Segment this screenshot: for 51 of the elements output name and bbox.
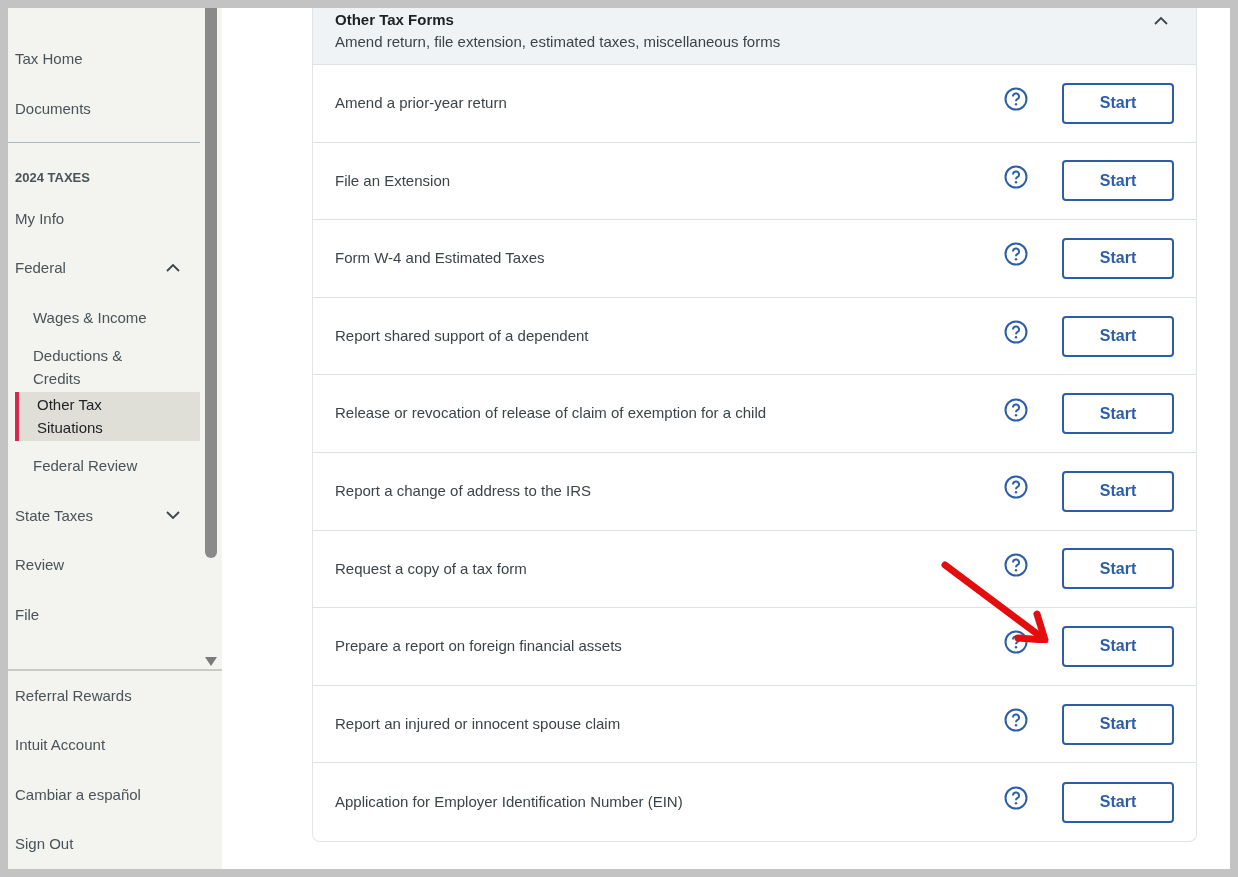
form-label: Form W-4 and Estimated Taxes: [335, 248, 546, 269]
nav-item[interactable]: Federal: [8, 243, 200, 293]
nav-item[interactable]: Federal Review: [15, 441, 200, 491]
start-button[interactable]: Start: [1062, 703, 1174, 745]
section-title: Other Tax Forms: [335, 10, 455, 30]
form-label: Request a copy of a tax form: [335, 558, 528, 579]
scroll-down-icon[interactable]: [205, 657, 217, 666]
section-header[interactable]: Other Tax Forms Amend return, file extension, estimated taxes, miscellaneous forms: [313, 8, 1196, 65]
nav-item[interactable]: Referral Rewards: [8, 671, 222, 721]
help-icon[interactable]: [1004, 552, 1028, 577]
form-label: File an Extension: [335, 170, 452, 191]
nav-item[interactable]: My Info: [8, 193, 200, 243]
form-label: Report shared support of a dependent: [335, 325, 590, 346]
form-label: Report a change of address to the IRS: [335, 481, 592, 501]
nav-item[interactable]: Sign Out: [8, 819, 222, 869]
form-label: Prepare a report on foreign financial assets: [335, 636, 623, 657]
nav-item[interactable]: State Taxes: [8, 490, 200, 540]
form-label: Amend a prior-year return: [335, 93, 508, 114]
help-icon[interactable]: [1004, 164, 1028, 189]
help-icon[interactable]: [1004, 242, 1028, 267]
help-icon[interactable]: [1004, 786, 1028, 811]
start-button[interactable]: Start: [1062, 160, 1174, 202]
start-button[interactable]: Start: [1062, 393, 1174, 435]
start-button[interactable]: Start: [1062, 82, 1174, 124]
nav-item[interactable]: Cambiar a español: [8, 770, 222, 820]
help-icon[interactable]: [1004, 87, 1028, 112]
help-icon[interactable]: [1004, 630, 1028, 655]
start-button[interactable]: Start: [1062, 625, 1174, 667]
help-icon[interactable]: [1004, 320, 1028, 345]
start-button[interactable]: Start: [1062, 315, 1174, 357]
start-button[interactable]: Start: [1062, 548, 1174, 590]
help-icon[interactable]: [1004, 475, 1028, 500]
nav-item[interactable]: Tax Home: [8, 34, 200, 84]
form-label: Report an injured or innocent spouse claim: [335, 713, 622, 734]
help-icon[interactable]: [1004, 397, 1028, 422]
nav-item[interactable]: Deductions & Credits: [15, 342, 200, 392]
start-button[interactable]: Start: [1062, 781, 1174, 823]
start-button[interactable]: Start: [1062, 470, 1174, 512]
nav-item[interactable]: Intuit Account: [8, 720, 222, 770]
nav-item[interactable]: Other Tax Situations: [15, 391, 200, 441]
scrollbar[interactable]: [200, 8, 222, 669]
form-label: Application for Employer Identification Number (EIN): [335, 791, 684, 812]
nav-item[interactable]: Documents: [8, 83, 200, 133]
section-subtitle: Amend return, file extension, estimated taxes, miscellaneous forms: [335, 32, 781, 52]
nav-item[interactable]: Wages & Income: [15, 292, 200, 342]
help-icon[interactable]: [1004, 708, 1028, 733]
nav-item[interactable]: File: [8, 589, 200, 639]
nav-item[interactable]: Review: [8, 540, 200, 590]
form-label: Release or revocation of release of claim of exemption for a child: [335, 403, 768, 424]
start-button[interactable]: Start: [1062, 238, 1174, 279]
section-label: 2024 TAXES: [14, 169, 91, 187]
